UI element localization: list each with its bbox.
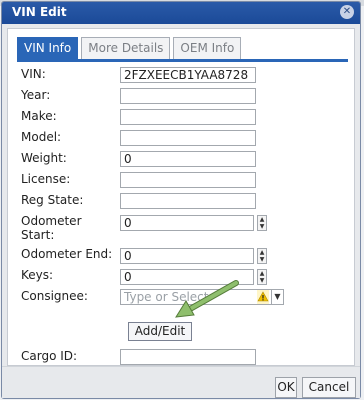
model-label: Model: xyxy=(21,130,62,144)
keys-field[interactable]: 0 xyxy=(120,269,254,285)
spinner-down-icon[interactable]: ▼ xyxy=(258,223,266,230)
odometer-start-label-line1: Odometer xyxy=(21,214,82,228)
spinner-down-icon[interactable]: ▼ xyxy=(258,256,266,263)
license-field[interactable] xyxy=(120,172,256,188)
tab-vin-info[interactable]: VIN Info xyxy=(17,37,79,59)
license-label: License: xyxy=(21,172,71,186)
reg-state-label: Reg State: xyxy=(21,193,84,207)
tab-panel: VIN Info More Details OEM Info VIN: 2FZX… xyxy=(7,28,355,366)
tab-more-details[interactable]: More Details xyxy=(81,37,171,59)
ok-button[interactable]: OK xyxy=(275,377,297,398)
tab-oem-info[interactable]: OEM Info xyxy=(173,37,242,59)
button-bar: OK Cancel xyxy=(2,366,360,398)
cargo-id-field[interactable] xyxy=(120,349,256,365)
year-label: Year: xyxy=(21,88,51,102)
weight-label: Weight: xyxy=(21,151,67,165)
chevron-down-icon[interactable]: ▼ xyxy=(271,289,284,305)
spinner-up-icon[interactable]: ▲ xyxy=(258,249,266,256)
make-label: Make: xyxy=(21,109,57,123)
weight-field[interactable]: 0 xyxy=(120,151,256,167)
make-field[interactable] xyxy=(120,109,256,125)
add-edit-button[interactable]: Add/Edit xyxy=(128,322,192,341)
consignee-select[interactable]: Type or Select ▼ xyxy=(120,289,284,305)
year-field[interactable] xyxy=(120,88,256,104)
keys-label: Keys: xyxy=(21,268,54,282)
tab-strip: VIN Info More Details OEM Info xyxy=(17,37,242,59)
close-icon[interactable]: ✕ xyxy=(340,5,354,19)
spinner-up-icon[interactable]: ▲ xyxy=(258,270,266,277)
vin-info-form: VIN: 2FZXEECB1YAA8728 Year: Make: Model:… xyxy=(17,62,348,365)
cancel-button[interactable]: Cancel xyxy=(302,377,356,398)
odometer-end-spinner[interactable]: ▲ ▼ xyxy=(257,248,267,264)
keys-spinner[interactable]: ▲ ▼ xyxy=(257,269,267,285)
reg-state-field[interactable] xyxy=(120,193,256,209)
odometer-start-field[interactable]: 0 xyxy=(120,215,254,231)
spinner-up-icon[interactable]: ▲ xyxy=(258,216,266,223)
odometer-start-label-line2: Start: xyxy=(21,228,55,242)
consignee-label: Consignee: xyxy=(21,289,88,303)
spinner-down-icon[interactable]: ▼ xyxy=(258,277,266,284)
dialog-title: VIN Edit xyxy=(12,5,67,19)
consignee-placeholder: Type or Select xyxy=(124,290,209,304)
model-field[interactable] xyxy=(120,130,256,146)
title-bar: VIN Edit ✕ xyxy=(2,2,360,24)
cargo-id-label: Cargo ID: xyxy=(21,349,78,363)
odometer-end-label: Odometer End: xyxy=(21,247,113,261)
odometer-end-field[interactable]: 0 xyxy=(120,248,254,264)
vin-label: VIN: xyxy=(21,67,46,81)
odometer-start-spinner[interactable]: ▲ ▼ xyxy=(257,215,267,231)
warning-icon xyxy=(257,290,269,304)
vin-edit-dialog: VIN Edit ✕ VIN Info More Details OEM Inf… xyxy=(1,1,361,399)
vin-field[interactable]: 2FZXEECB1YAA8728 xyxy=(120,67,256,83)
